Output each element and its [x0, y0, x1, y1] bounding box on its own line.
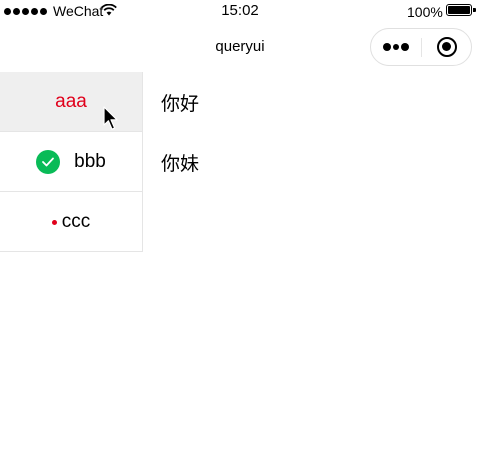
menu-item-ccc[interactable]: ccc: [0, 192, 142, 252]
menu-item-label: bbb: [74, 150, 106, 172]
menu-item-aaa[interactable]: aaa: [0, 72, 142, 132]
menu-capsule: [370, 28, 472, 66]
capsule-divider: [421, 38, 422, 57]
check-circle-icon: [36, 149, 61, 174]
battery-icon: [446, 4, 476, 16]
mouse-cursor-icon: [103, 106, 118, 130]
navigation-bar: queryui: [0, 22, 480, 72]
battery-percentage: 100%: [407, 4, 443, 20]
menu-item-label: aaa: [55, 90, 87, 112]
content-row: 你好: [161, 93, 200, 115]
more-options-icon[interactable]: [383, 43, 409, 51]
content-list: 你好 你妹: [161, 72, 199, 192]
content-row: 你妹: [161, 153, 200, 175]
status-bar: WeChat 15:02 100%: [0, 0, 480, 22]
side-menu: aaa bbb ccc: [0, 72, 143, 252]
menu-item-label: ccc: [61, 210, 91, 232]
red-dot-icon: [51, 220, 57, 225]
close-miniprogram-icon[interactable]: [437, 37, 457, 57]
menu-item-bbb[interactable]: bbb: [0, 132, 142, 192]
